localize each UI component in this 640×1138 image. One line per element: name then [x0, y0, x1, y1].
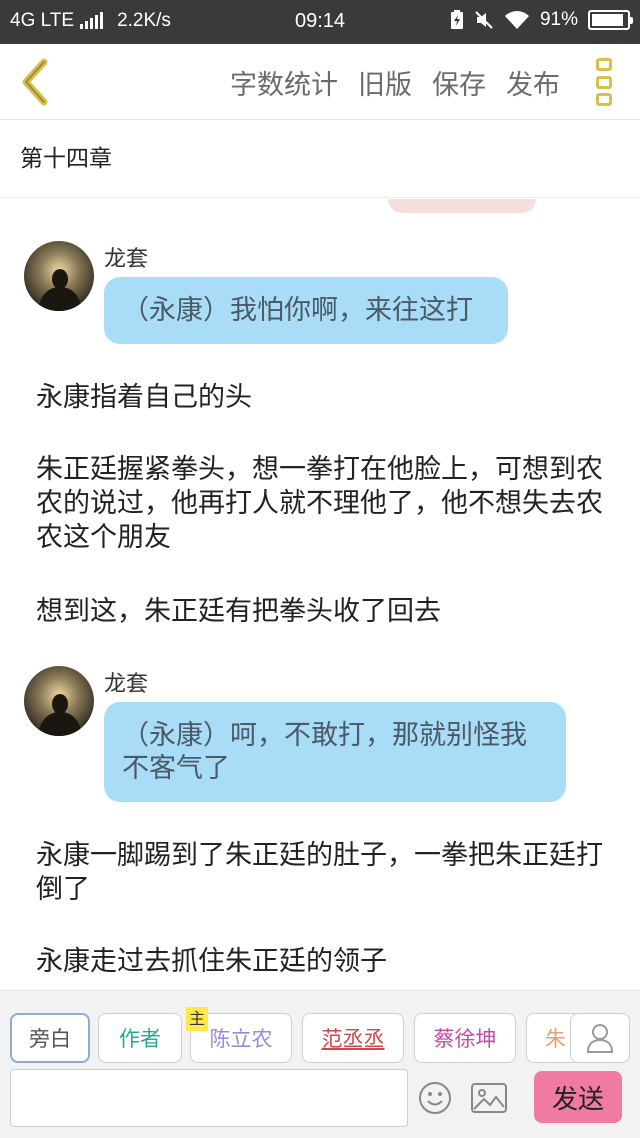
role-label: 旁白 — [29, 1027, 71, 1051]
send-button[interactable]: 发送 — [534, 1071, 622, 1123]
avatar[interactable] — [24, 666, 94, 736]
role-tab-author[interactable]: 作者 — [98, 1013, 182, 1063]
emoji-button[interactable] — [418, 1081, 452, 1115]
chapter-header[interactable]: 第十四章 — [0, 120, 640, 198]
battery-fill — [592, 14, 623, 26]
back-button[interactable] — [12, 56, 64, 108]
dialogue-bubble[interactable]: （永康）呵，不敢打，那就别怪我不客气了 — [104, 702, 566, 802]
status-right: 91% — [450, 9, 633, 31]
save-button[interactable]: 保存 — [432, 63, 486, 102]
role-tab-cai-xukun[interactable]: 蔡徐坤 — [414, 1013, 516, 1063]
avatar[interactable] — [24, 241, 94, 311]
narration-text[interactable]: 想到这，朱正廷有把拳头收了回去 — [36, 595, 616, 629]
top-actions: 字数统计 旧版 保存 发布 — [230, 44, 560, 120]
chapter-title: 第十四章 — [20, 146, 112, 172]
message-input[interactable] — [10, 1069, 408, 1127]
battery-charging-icon — [450, 10, 463, 29]
narration-text[interactable]: 永康一脚踢到了朱正廷的肚子，一拳把朱正廷打倒了 — [36, 839, 616, 907]
role-tab-fan-chengcheng[interactable]: 范丞丞 — [302, 1013, 404, 1063]
role-label: 蔡徐坤 — [433, 1027, 497, 1051]
role-label: 朱 — [545, 1027, 566, 1051]
status-bar: 4G LTE 2.2K/s 09:14 91% — [0, 0, 640, 44]
narration-text[interactable]: 永康指着自己的头 — [36, 381, 616, 415]
role-label: 陈立农 — [209, 1027, 273, 1051]
mute-icon — [475, 11, 493, 29]
role-label: 作者 — [119, 1027, 161, 1051]
narration-text[interactable]: 朱正廷握紧拳头，想一拳打在他脸上，可想到农农的说过，他再打人就不理他了，他不想失… — [36, 453, 616, 555]
composer-bar: 旁白 作者 陈立农 主 范丞丞 蔡徐坤 朱 发送 — [0, 990, 640, 1138]
role-label: 范丞丞 — [321, 1027, 385, 1051]
old-version-button[interactable]: 旧版 — [358, 63, 412, 102]
main-character-tag: 主 — [186, 1007, 208, 1031]
story-content[interactable]: 龙套 （永康）我怕你啊，来往这打 永康指着自己的头 朱正廷握紧拳头，想一拳打在他… — [0, 199, 640, 989]
avatar-image — [24, 241, 94, 311]
add-role-button[interactable] — [570, 1013, 630, 1063]
image-icon — [471, 1083, 507, 1113]
more-vertical-icon[interactable] — [596, 56, 616, 108]
send-label: 发送 — [551, 1084, 604, 1115]
avatar-image — [24, 666, 94, 736]
smiley-icon — [419, 1082, 451, 1114]
narration-text[interactable]: 永康走过去抓住朱正廷的领子 — [36, 945, 616, 979]
wifi-icon — [504, 11, 529, 29]
speaker-name: 龙套 — [104, 247, 149, 272]
person-icon — [586, 1024, 614, 1053]
battery-icon — [588, 10, 633, 30]
speaker-name: 龙套 — [104, 672, 149, 697]
word-count-button[interactable]: 字数统计 — [230, 63, 338, 102]
role-tab-narrator[interactable]: 旁白 — [10, 1013, 90, 1063]
publish-button[interactable]: 发布 — [506, 63, 560, 102]
chevron-left-icon — [22, 58, 48, 106]
image-button[interactable] — [470, 1081, 508, 1115]
dialogue-bubble[interactable]: （永康）我怕你啊，来往这打 — [104, 277, 508, 344]
top-bar: 字数统计 旧版 保存 发布 — [0, 44, 640, 120]
battery-percent: 91% — [539, 9, 578, 30]
previous-bubble — [388, 199, 536, 213]
